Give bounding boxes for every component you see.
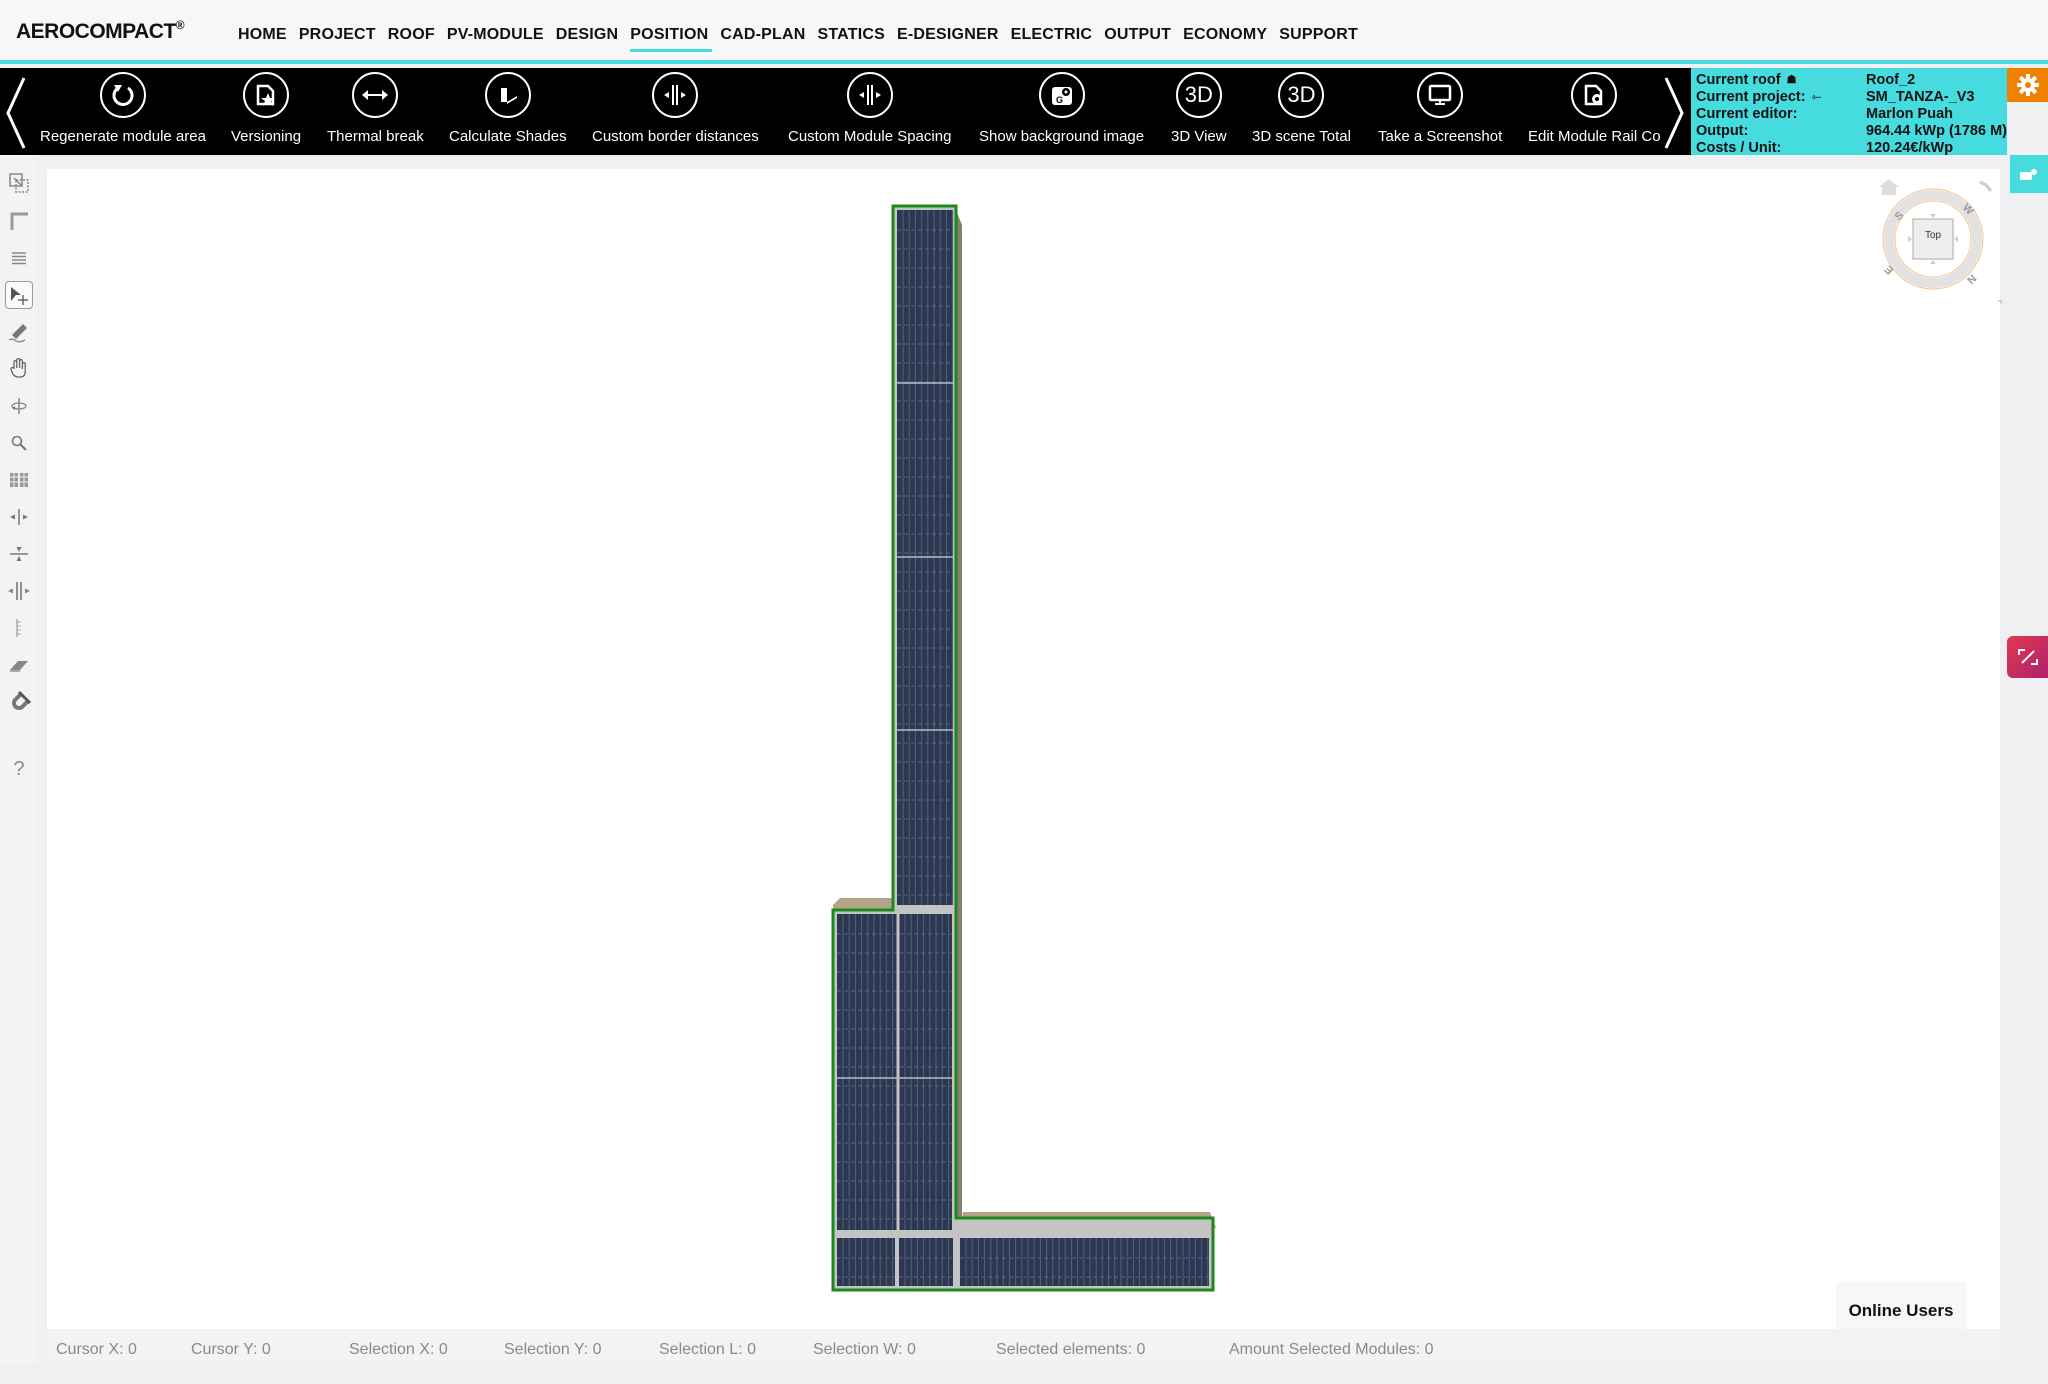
info-row-costs: Costs / Unit: 120.24€/kWp <box>1696 140 1954 156</box>
copy-selection-icon[interactable] <box>5 169 33 197</box>
main-menu: HOME PROJECT ROOF PV-MODULE DESIGN POSIT… <box>238 24 1370 52</box>
regenerate-module-area-button[interactable]: Regenerate module area <box>40 72 206 145</box>
nav-home[interactable]: HOME <box>238 24 287 52</box>
selection-y: Selection Y: 0 <box>504 1341 602 1358</box>
roof-canvas[interactable]: S W N E Top Online Users <box>47 169 2007 1340</box>
roof-side-face <box>833 898 897 910</box>
file-star-icon <box>243 72 290 118</box>
expand-icon <box>2017 649 2038 665</box>
info-row-roof: Current roof ☗ Roof_2 <box>1696 72 1916 89</box>
module-array <box>899 1238 953 1286</box>
info-row-project: Current project: ⇽ SM_TANZA-_V3 <box>1696 89 1975 106</box>
tool-sidebar: ? <box>0 155 38 1365</box>
selection-w: Selection W: 0 <box>813 1341 916 1358</box>
scroll-left-icon[interactable] <box>2 74 30 152</box>
roof-settings-icon <box>2020 169 2037 180</box>
split-horizontal-icon[interactable] <box>5 540 33 568</box>
action-toolbar: Regenerate module area Versioning Therma… <box>0 68 1691 155</box>
thermal-break-button[interactable]: Thermal break <box>327 72 424 145</box>
logo: AEROCOMPACT® <box>16 18 185 43</box>
fit-view-button[interactable] <box>2007 636 2048 678</box>
3d-scene-total-button[interactable]: 3D 3D scene Total <box>1252 72 1351 145</box>
edit-module-rail-button[interactable]: Edit Module Rail Co <box>1528 72 1661 145</box>
nav-statics[interactable]: STATICS <box>818 24 885 52</box>
zoom-icon[interactable] <box>5 429 33 457</box>
calculate-shades-button[interactable]: Calculate Shades <box>449 72 567 145</box>
svg-text:G: G <box>1056 95 1063 105</box>
home-icon <box>1879 179 1899 195</box>
cursor-x: Cursor X: 0 <box>56 1341 137 1358</box>
magnet-icon[interactable] <box>5 688 33 716</box>
nav-design[interactable]: DESIGN <box>556 24 619 52</box>
nav-electric[interactable]: ELECTRIC <box>1011 24 1093 52</box>
select-move-icon[interactable] <box>5 281 33 309</box>
split-vertical-icon[interactable] <box>5 503 33 531</box>
nav-economy[interactable]: ECONOMY <box>1183 24 1267 52</box>
rotate-view-icon <box>1979 180 1993 192</box>
rows-icon[interactable] <box>5 244 33 272</box>
3d-icon: 3D <box>1175 72 1222 118</box>
roof-panel-tab[interactable] <box>2010 155 2048 193</box>
selection-l: Selection L: 0 <box>659 1341 756 1358</box>
hand-icon[interactable] <box>5 354 33 382</box>
info-row-editor: Current editor: Marlon Puah <box>1696 106 1954 122</box>
spacing-icon[interactable] <box>5 577 33 605</box>
module-array <box>837 914 952 1230</box>
gear-icon <box>2016 74 2039 96</box>
nav-e-designer[interactable]: E-DESIGNER <box>897 24 999 52</box>
grid-icon[interactable] <box>5 466 33 494</box>
roof-scene[interactable] <box>47 169 2000 1329</box>
map-pin-icon: G <box>1038 72 1085 118</box>
rotate-icon[interactable] <box>5 392 33 420</box>
double-arrow-icon <box>352 72 399 118</box>
amount-selected-modules: Amount Selected Modules: 0 <box>1229 1341 1434 1358</box>
custom-module-spacing-button[interactable]: Custom Module Spacing <box>788 72 951 145</box>
ruler-icon[interactable] <box>5 614 33 642</box>
module-spacing-icon <box>846 72 893 118</box>
project-info-panel: Current roof ☗ Roof_2 Current project: ⇽ S… <box>1691 68 2007 156</box>
help-icon[interactable]: ? <box>5 755 33 783</box>
selected-elements: Selected elements: 0 <box>996 1341 1146 1358</box>
3d-view-button[interactable]: 3D 3D View <box>1171 72 1227 145</box>
refresh-icon <box>99 72 146 118</box>
show-background-image-button[interactable]: G Show background image <box>979 72 1144 145</box>
selection-x: Selection X: 0 <box>349 1341 448 1358</box>
eraser-icon[interactable] <box>5 652 33 680</box>
cursor-y: Cursor Y: 0 <box>191 1341 271 1358</box>
nav-cad-plan[interactable]: CAD-PLAN <box>720 24 805 52</box>
border-distance-icon <box>652 72 699 118</box>
settings-button[interactable] <box>2007 68 2048 102</box>
nav-pv-module[interactable]: PV-MODULE <box>447 24 544 52</box>
monitor-icon <box>1417 72 1464 118</box>
status-bar: Cursor X: 0 Cursor Y: 0 Selection X: 0 S… <box>47 1329 2000 1361</box>
top-navigation: AEROCOMPACT® HOME PROJECT ROOF PV-MODULE… <box>0 0 2048 64</box>
nav-output[interactable]: OUTPUT <box>1104 24 1171 52</box>
3d-icon: 3D <box>1278 72 1325 118</box>
take-screenshot-button[interactable]: Take a Screenshot <box>1378 72 1502 145</box>
nav-position[interactable]: POSITION <box>630 24 713 52</box>
versioning-button[interactable]: Versioning <box>231 72 301 145</box>
exit-icon[interactable]: ⇽ <box>1812 89 1822 106</box>
info-row-output: Output: 964.44 kWp (1786 M) <box>1696 123 2007 139</box>
file-gear-icon <box>1571 72 1618 118</box>
roof-icon[interactable]: ☗ <box>1787 72 1797 89</box>
custom-border-distances-button[interactable]: Custom border distances <box>592 72 759 145</box>
scroll-right-icon[interactable] <box>1660 74 1688 152</box>
corner-icon[interactable] <box>5 207 33 235</box>
nav-support[interactable]: SUPPORT <box>1279 24 1358 52</box>
shade-icon <box>484 72 531 118</box>
compass-top-label[interactable]: Top <box>1913 230 1953 241</box>
pencil-icon[interactable] <box>5 318 33 346</box>
view-compass[interactable]: S W N E Top <box>1862 170 2007 310</box>
nav-roof[interactable]: ROOF <box>388 24 435 52</box>
nav-project[interactable]: PROJECT <box>299 24 376 52</box>
